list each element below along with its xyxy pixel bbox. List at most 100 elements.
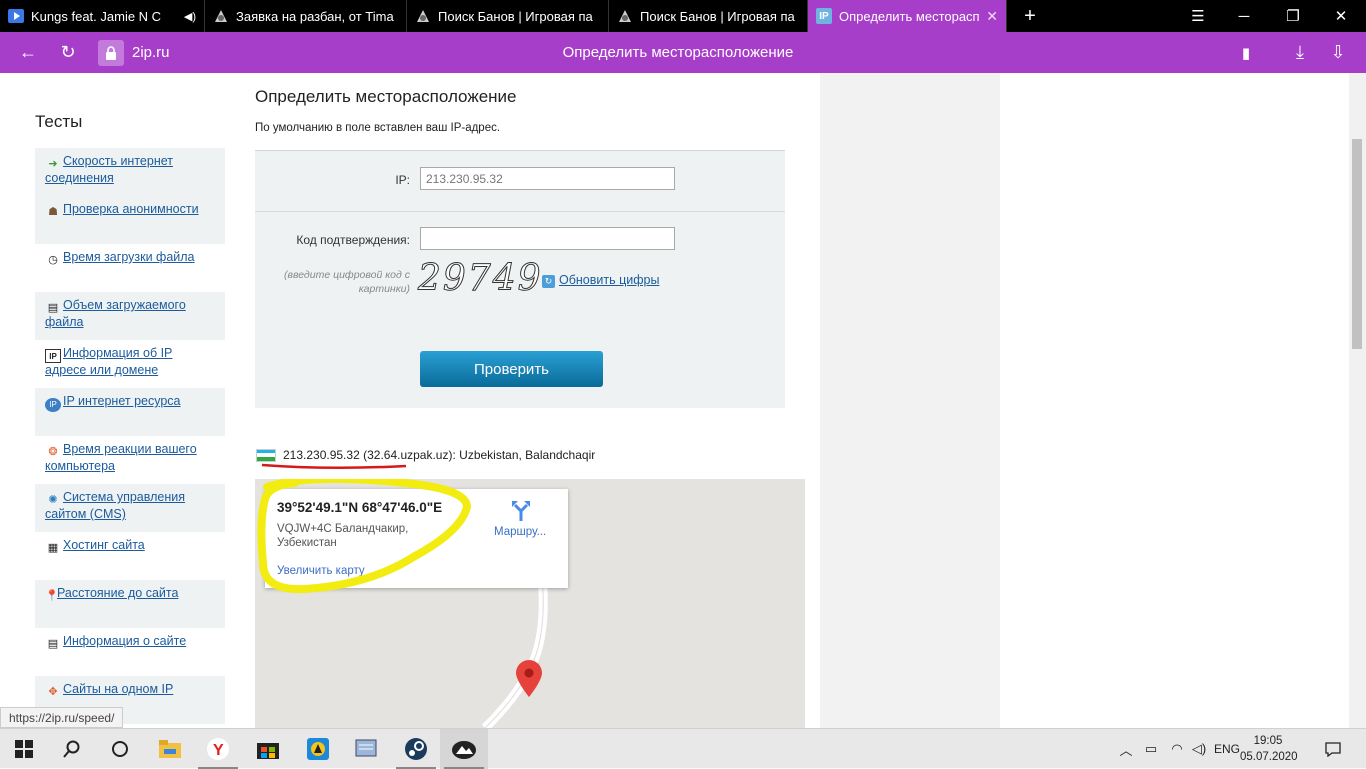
scrollbar-thumb[interactable] [1352,139,1362,349]
svg-text:Y: Y [213,742,224,759]
ip-globe-icon: IP [45,398,61,412]
speaker-icon[interactable]: ◀) [184,10,196,23]
steam-icon[interactable] [392,729,440,769]
result-host: (32.64.uzpak.uz) [363,448,453,462]
main-title: Определить месторасположение [255,87,517,106]
close-window-icon[interactable]: ✕ [1318,0,1364,32]
game-icon[interactable] [440,729,488,769]
tray-chevron-icon[interactable]: ︿ [1116,729,1136,769]
start-icon[interactable] [0,729,48,769]
sites-ip-icon: ✥ [48,686,58,698]
location-pin-icon[interactable] [514,659,544,699]
clock-time: 19:05 [1253,735,1283,747]
pin-icon: 📍 [45,590,59,602]
language-indicator[interactable]: ENG [1212,729,1242,769]
bookmark-icon[interactable]: ▮ [1228,32,1264,73]
tab-label: Поиск Банов | Игровая па [640,8,795,24]
tab-ban-search-2[interactable]: Поиск Банов | Игровая па [609,0,808,32]
ip-label: IP: [395,173,410,187]
sidebar-item-distance[interactable]: 📍Расстояние до сайта [35,580,225,628]
site-icon [415,8,431,24]
form-divider [255,211,785,212]
notepad-icon[interactable] [342,729,390,769]
tab-locate[interactable]: IP Определить месторасполо ✕ [808,0,1007,32]
web-page: Тесты ➜ Скорость интернет соединения ☗ Про… [0,73,1366,728]
sidebar-item-cms[interactable]: ✺ Система управления сайтом (CMS) [35,484,225,532]
tab-ban-search-1[interactable]: Поиск Банов | Игровая па [407,0,609,32]
youtube-icon [8,8,24,24]
ip-input[interactable] [420,167,675,190]
tab-strip: Kungs feat. Jamie N C ◀) Заявка на разба… [0,0,1366,32]
reaction-icon: ❂ [48,446,58,458]
taskview-icon[interactable] [96,729,144,769]
map-address: VQJW+4C Баландчакир, Узбекистан [277,523,409,549]
red-underline-annotation [261,463,407,470]
refresh-icon: ↻ [542,275,555,288]
tab-label: Поиск Банов | Игровая па [438,8,593,24]
wifi-icon[interactable]: ◠ [1166,729,1188,769]
sidebar-item-file-size[interactable]: ▤ Объем загружаемого файла [35,292,225,340]
site-info-icon: ▤ [47,638,59,650]
url-text[interactable]: 2ip.ru [132,44,170,61]
sidebar-item-anonymity[interactable]: ☗ Проверка анонимности [35,196,225,244]
ip-info-icon: IP [45,349,61,363]
close-tab-icon[interactable]: ✕ [986,8,998,25]
clock-icon: ◷ [48,254,58,266]
sidebar-item-hosting[interactable]: ▦ Хостинг сайта [35,532,225,580]
download-icon[interactable]: ⤓ [1282,32,1318,73]
sidebar-item-ip-resource[interactable]: IP IP интернет ресурса [35,388,225,436]
code-input[interactable] [420,227,675,250]
check-button[interactable]: Проверить [420,351,603,387]
minimize-icon[interactable]: ─ [1221,0,1267,32]
map-info-card: 39°52'49.1"N 68°47'46.0"E VQJW+4C Баланд… [265,489,568,588]
code-label: Код подтверждения: [296,233,410,247]
result-location: : Uzbekistan, Balandchaqir [452,448,596,462]
tab-label: Определить месторасполо [839,8,980,24]
locate-form: IP: Код подтверждения: (введите цифровой… [255,150,785,408]
sidebar-item-reaction[interactable]: ❂ Время реакции вашего компьютера [35,436,225,484]
ip-icon: IP [816,8,832,24]
tab-unban-request[interactable]: Заявка на разбан, от Tima [205,0,407,32]
refresh-captcha-link[interactable]: ↻ Обновить цифры [542,273,659,288]
spy-icon: ☗ [48,206,58,218]
download-status-icon[interactable]: ⇩ [1320,32,1356,73]
volume-icon[interactable]: ◁) [1188,729,1210,769]
search-icon[interactable] [48,729,96,769]
file-icon: ▤ [47,302,59,314]
notifications-icon[interactable] [1318,729,1348,769]
map-view[interactable]: 39°52'49.1"N 68°47'46.0"E VQJW+4C Баланд… [255,479,805,728]
menu-icon[interactable]: ☰ [1175,0,1221,32]
new-tab-button[interactable]: + [1007,0,1053,32]
address-bar: ← ↻ 2ip.ru Определить месторасположение … [0,32,1366,73]
sidebar-item-ip-info[interactable]: IP Информация об IP адресе или домене [35,340,225,388]
uzbekistan-flag-icon [256,448,276,462]
back-icon[interactable]: ← [10,32,46,73]
clock[interactable]: 19:05 05.07.2020 [1240,733,1298,765]
hosting-icon: ▦ [47,542,59,554]
lock-icon[interactable] [98,40,124,66]
sidebar-title: Тесты [35,112,83,131]
directions-icon[interactable] [512,501,530,521]
main-subtitle: По умолчанию в поле вставлен ваш IP-адре… [255,122,501,134]
store-icon[interactable] [244,729,292,769]
result-line: 213.230.95.32 (32.64.uzpak.uz): Uzbekist… [256,448,595,462]
tab-label: Заявка на разбан, от Tima [236,8,394,24]
cms-icon: ✺ [48,494,58,506]
captcha-image: 29749 [418,258,543,300]
yandex-browser-icon[interactable]: Y [194,729,242,769]
app-icon[interactable] [294,729,342,769]
speed-arrow-icon: ➜ [48,158,58,170]
explorer-icon[interactable] [146,729,194,769]
route-link[interactable]: Маршру... [494,526,546,538]
tab-music[interactable]: Kungs feat. Jamie N C ◀) [0,0,205,32]
sidebar-item-site-info[interactable]: ▤ Информация о сайте [35,628,225,676]
reload-icon[interactable]: ↻ [50,32,86,73]
map-coordinates: 39°52'49.1"N 68°47'46.0"E [277,500,443,515]
tab-label: Kungs feat. Jamie N C [31,8,162,24]
battery-icon[interactable]: ▭ [1140,729,1162,769]
enlarge-map-link[interactable]: Увеличить карту [277,565,365,577]
restore-icon[interactable]: ❐ [1270,0,1316,32]
sidebar-item-download-time[interactable]: ◷ Время загрузки файла [35,244,225,292]
status-url: https://2ip.ru/speed/ [0,707,124,728]
sidebar-item-speed[interactable]: ➜ Скорость интернет соединения [35,148,225,196]
